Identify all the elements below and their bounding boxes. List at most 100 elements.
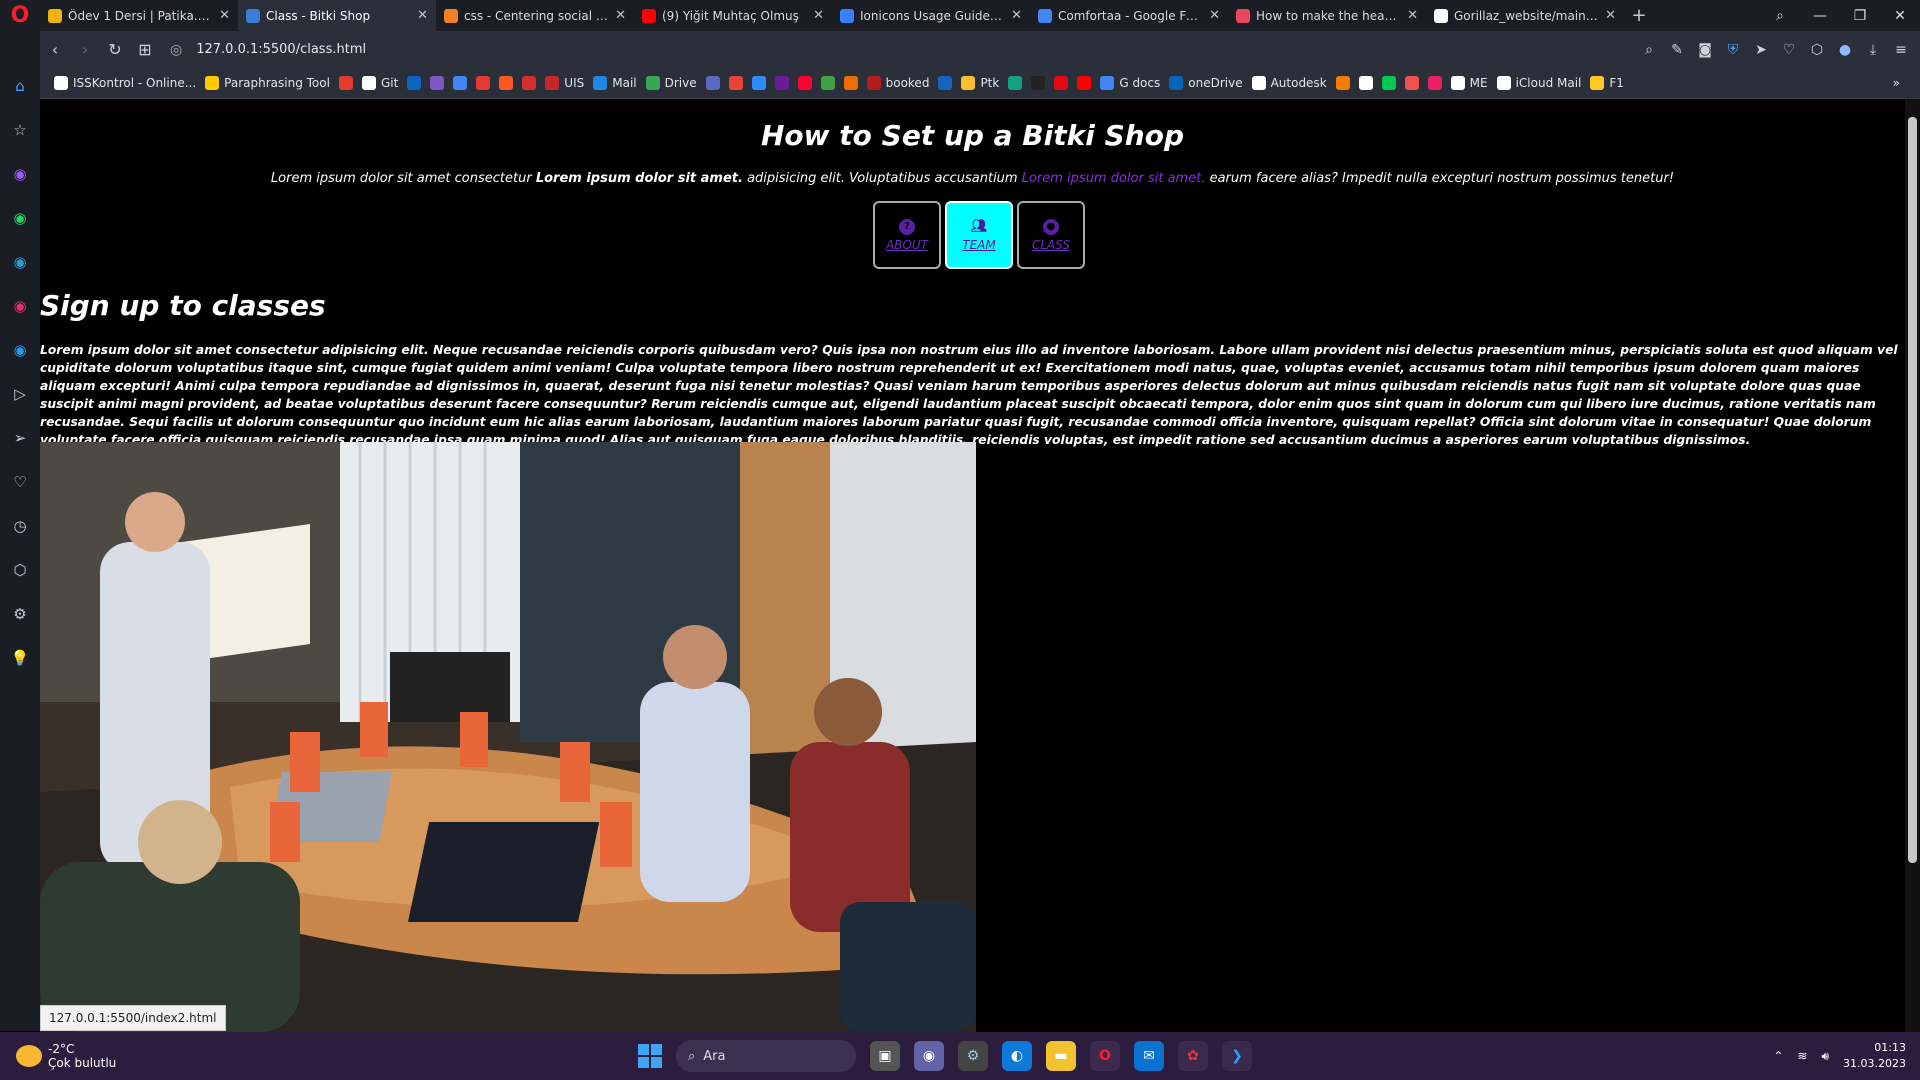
snapshot-icon[interactable]: ◙ [1694, 42, 1716, 58]
task-view-icon[interactable]: ▣ [870, 1041, 900, 1071]
bookmark-item[interactable] [751, 76, 766, 90]
twitter-icon[interactable]: ◉ [10, 340, 30, 360]
star-icon[interactable]: ☆ [10, 120, 30, 140]
heart-icon[interactable]: ♡ [1778, 42, 1800, 58]
edge-icon[interactable]: ◐ [1002, 1041, 1032, 1071]
app-icon[interactable]: ✿ [1178, 1041, 1208, 1071]
bookmark-item[interactable]: Drive [645, 76, 697, 90]
history-icon[interactable]: ◷ [10, 516, 30, 536]
nav-card-label[interactable]: ABOUT [886, 238, 928, 252]
settings-gear-icon[interactable]: ⚙ [10, 604, 30, 624]
tab[interactable]: Class - Bitki Shop ✕ [238, 0, 436, 31]
site-info-icon[interactable]: ◎ [170, 42, 182, 58]
tabs-overview-icon[interactable]: ⊞ [130, 40, 160, 59]
clock[interactable]: 01:13 31.03.2023 [1843, 1040, 1906, 1072]
bookmark-item[interactable] [453, 76, 468, 90]
tab[interactable]: Gorillaz_website/main.css a ✕ [1426, 0, 1624, 31]
bookmark-item[interactable] [1077, 76, 1092, 90]
mail-icon[interactable]: ✉ [1134, 1041, 1164, 1071]
opera-icon[interactable]: O [1090, 1041, 1120, 1071]
minimize-button[interactable]: — [1800, 0, 1840, 31]
vpn-shield-icon[interactable]: ⛨ [1722, 42, 1744, 58]
tab[interactable]: (9) Yiğit Muhtaç Olmuş ✕ [634, 0, 832, 31]
bookmark-item[interactable] [1054, 76, 1069, 90]
start-button-icon[interactable] [638, 1044, 662, 1068]
bookmark-item[interactable] [338, 76, 353, 90]
vscode-icon[interactable]: ❯ [1222, 1041, 1252, 1071]
bookmark-item[interactable] [499, 76, 514, 90]
intro-link[interactable]: Lorem ipsum dolor sit amet. [1022, 171, 1206, 186]
bookmark-item[interactable] [705, 76, 720, 90]
bookmark-item[interactable] [407, 76, 422, 90]
tab-search-icon[interactable]: ⌕ [1760, 0, 1800, 31]
bookmark-item[interactable] [1008, 76, 1023, 90]
easy-setup-icon[interactable]: ≡ [1890, 42, 1912, 58]
tab-close-icon[interactable]: ✕ [615, 8, 626, 23]
bookmark-item[interactable] [1031, 76, 1046, 90]
new-tab-button[interactable]: + [1624, 0, 1654, 31]
instagram-icon[interactable]: ◉ [10, 296, 30, 316]
bookmark-item[interactable] [1381, 76, 1396, 90]
bookmark-item[interactable]: Paraphrasing Tool [205, 76, 330, 90]
bookmark-item[interactable] [820, 76, 835, 90]
tab-close-icon[interactable]: ✕ [417, 8, 428, 23]
close-window-button[interactable]: ✕ [1880, 0, 1920, 31]
tab-close-icon[interactable]: ✕ [1407, 8, 1418, 23]
tab[interactable]: css - Centering social medi ✕ [436, 0, 634, 31]
bookmark-item[interactable] [1427, 76, 1442, 90]
tab[interactable]: How to make the header ic ✕ [1228, 0, 1426, 31]
whatsapp-icon[interactable]: ◉ [10, 208, 30, 228]
bookmark-item[interactable] [774, 76, 789, 90]
taskbar-search[interactable]: ⌕ Ara [676, 1040, 856, 1072]
tab-close-icon[interactable]: ✕ [219, 8, 230, 23]
settings-icon[interactable]: ⚙ [958, 1041, 988, 1071]
nav-card-label[interactable]: TEAM [962, 238, 995, 252]
bookmark-item[interactable]: iCloud Mail [1496, 76, 1581, 90]
url-field[interactable]: 127.0.0.1:5500/class.html [196, 42, 366, 57]
bookmark-item[interactable] [843, 76, 858, 90]
home-icon[interactable]: ⌂ [10, 76, 30, 96]
opera-logo-icon[interactable]: O [0, 0, 40, 31]
tab-close-icon[interactable]: ✕ [1209, 8, 1220, 23]
bookmark-item[interactable] [797, 76, 812, 90]
messenger-icon[interactable]: ◉ [10, 164, 30, 184]
scrollbar-thumb[interactable] [1908, 117, 1917, 863]
nav-card-class[interactable]: ● CLASS [1017, 201, 1085, 269]
page-scrollbar[interactable] [1905, 99, 1920, 1032]
nav-card-about[interactable]: ? ABOUT [873, 201, 941, 269]
heart-icon[interactable]: ♡ [10, 472, 30, 492]
send-icon[interactable]: ➤ [1750, 42, 1772, 58]
telegram-icon[interactable]: ◉ [10, 252, 30, 272]
restore-button[interactable]: ❐ [1840, 0, 1880, 31]
nav-card-team[interactable]: 👥︎ TEAM [945, 201, 1013, 269]
tab[interactable]: Comfortaa - Google Fonts ✕ [1030, 0, 1228, 31]
bookmark-item[interactable] [1404, 76, 1419, 90]
bookmark-item[interactable]: ISSKontrol - Online... [54, 76, 196, 90]
zoom-icon[interactable]: ⌕ [1638, 42, 1660, 58]
bookmark-item[interactable] [1335, 76, 1350, 90]
bookmarks-overflow-icon[interactable]: » [1893, 76, 1920, 90]
profile-avatar-icon[interactable]: ● [1834, 42, 1856, 58]
bookmark-item[interactable]: Git [361, 76, 398, 90]
bookmark-item[interactable]: UIS [545, 76, 584, 90]
send-icon[interactable]: ➢ [10, 428, 30, 448]
bookmark-item[interactable]: Ptk [961, 76, 999, 90]
downloads-icon[interactable]: ⤓ [1862, 42, 1884, 58]
cube-icon[interactable]: ⬡ [10, 560, 30, 580]
bookmark-item[interactable] [522, 76, 537, 90]
teams-icon[interactable]: ◉ [914, 1041, 944, 1071]
bookmark-item[interactable]: booked [866, 76, 929, 90]
extensions-cube-icon[interactable]: ⬡ [1806, 42, 1828, 58]
tab-close-icon[interactable]: ✕ [1011, 8, 1022, 23]
file-explorer-icon[interactable]: ▬ [1046, 1041, 1076, 1071]
volume-icon[interactable]: 🔊︎ [1821, 1049, 1829, 1064]
bookmark-item[interactable] [430, 76, 445, 90]
bookmark-item[interactable]: F1 [1590, 76, 1624, 90]
back-button[interactable]: ‹ [40, 40, 70, 59]
bookmark-item[interactable]: oneDrive [1169, 76, 1243, 90]
bookmark-item[interactable]: Mail [593, 76, 637, 90]
tab-close-icon[interactable]: ✕ [813, 8, 824, 23]
bookmark-item[interactable] [1358, 76, 1373, 90]
bookmark-item[interactable]: G docs [1100, 76, 1160, 90]
nav-card-label[interactable]: CLASS [1032, 238, 1070, 252]
